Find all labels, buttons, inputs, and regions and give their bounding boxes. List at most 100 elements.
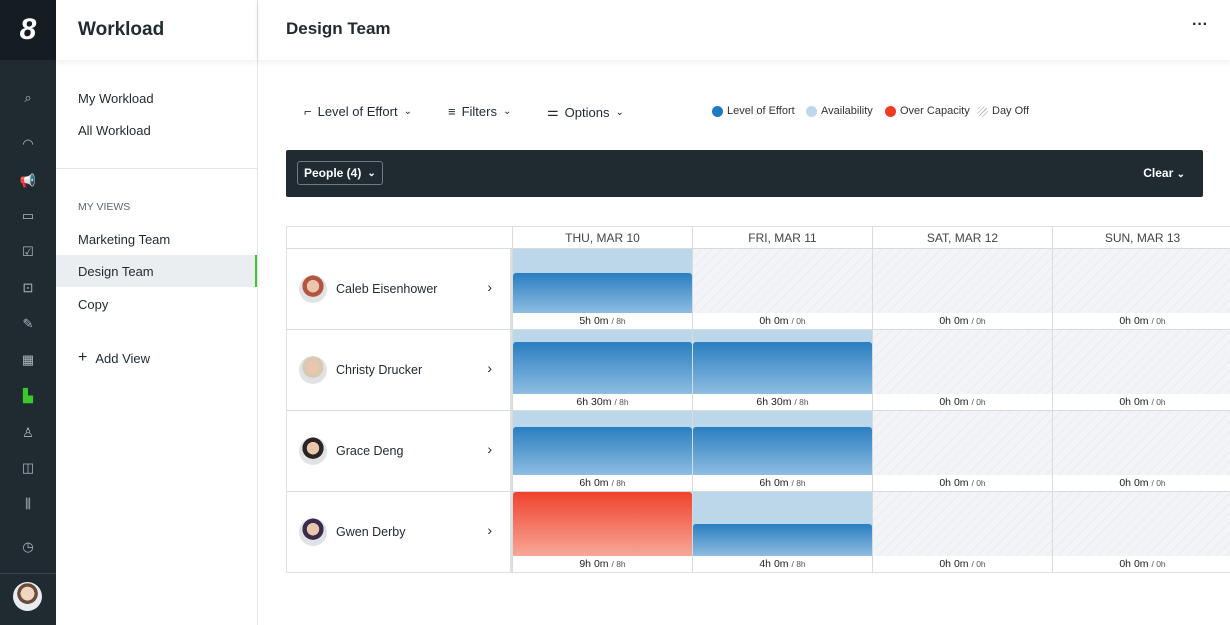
dashboard-icon[interactable]: ◠ [0, 134, 56, 154]
hours-label: 0h 0m / 0h [939, 477, 986, 489]
person-name-cell[interactable]: Grace Deng › [287, 411, 512, 491]
user-icon[interactable]: ♙ [0, 423, 56, 443]
day-cell[interactable]: 0h 0m / 0h [692, 249, 872, 329]
clear-button[interactable]: Clear ⌄ [1143, 166, 1185, 180]
clock-icon[interactable]: ◷ [0, 537, 56, 557]
chevron-down-icon: ⌄ [403, 106, 412, 117]
user-avatar[interactable] [13, 582, 42, 611]
availability-bar [513, 492, 692, 556]
workload-icon[interactable]: ▙ [0, 386, 56, 406]
day-off-area [1053, 492, 1230, 556]
sidebar-item-copy[interactable]: Copy [56, 288, 257, 320]
logo[interactable]: 8 [0, 0, 56, 60]
availability-bar [693, 492, 872, 556]
effort-bar [513, 342, 692, 394]
capacity-value: 0h [796, 316, 806, 326]
legend-day-off: Day Off [977, 105, 1029, 117]
filters-dropdown[interactable]: ≡ Filters ⌄ [448, 104, 511, 119]
sidebar-item-my-workload[interactable]: My Workload [56, 82, 257, 114]
inbox-icon[interactable]: ⊡ [0, 278, 56, 298]
day-cell[interactable]: 0h 0m / 0h [872, 249, 1052, 329]
avatar [299, 437, 327, 465]
capacity-value: 8h [619, 397, 629, 407]
megaphone-icon[interactable]: 📢 [0, 171, 56, 191]
divider [56, 168, 257, 169]
day-cell[interactable]: 0h 0m / 0h [872, 492, 1052, 572]
capacity-value: 8h [616, 559, 626, 569]
nav-rail: 8 ⌕ ◠ 📢 ▭ ☑ ⊡ ✎ ▦ ▙ ♙ ◫ ⫼ ◷ [0, 0, 56, 625]
day-cell[interactable]: 0h 0m / 0h [1052, 411, 1230, 491]
layout-icon[interactable]: ◫ [0, 458, 56, 478]
effort-bar [693, 342, 872, 394]
day-cell[interactable]: 0h 0m / 0h [1052, 330, 1230, 410]
person-name-cell[interactable]: Christy Drucker › [287, 330, 512, 410]
page-title: Design Team [286, 19, 391, 38]
person-name: Gwen Derby [336, 525, 406, 539]
clear-label: Clear [1143, 166, 1174, 180]
effort-bar [513, 427, 692, 475]
hours-value: 0h 0m [1119, 558, 1149, 570]
capacity-value: 0h [1156, 397, 1166, 407]
day-off-area [1053, 411, 1230, 475]
add-view-button[interactable]: + Add View [56, 342, 257, 374]
day-cell[interactable]: 0h 0m / 0h [1052, 492, 1230, 572]
day-cell[interactable]: 5h 0m / 8h [512, 249, 692, 329]
add-view-label: Add View [95, 350, 151, 366]
more-options-button[interactable]: ··· [1192, 16, 1208, 34]
person-name: Christy Drucker [336, 363, 423, 377]
sidebar-item-design-team[interactable]: Design Team [56, 255, 257, 287]
capacity-value: 0h [1156, 478, 1166, 488]
hours-label: 9h 0m / 8h [579, 558, 626, 570]
day-cell[interactable]: 9h 0m / 8h [512, 492, 692, 572]
legend-label: Availability [821, 105, 873, 117]
availability-bar [693, 411, 872, 475]
chevron-right-icon[interactable]: › [487, 441, 492, 457]
day-cell[interactable]: 0h 0m / 0h [872, 330, 1052, 410]
capacity-value: 0h [976, 397, 986, 407]
person-name-cell[interactable]: Gwen Derby › [287, 492, 512, 572]
hours-value: 0h 0m [939, 396, 969, 408]
day-cell[interactable]: 0h 0m / 0h [1052, 249, 1230, 329]
chevron-down-icon: ⌄ [615, 106, 624, 118]
day-cell[interactable]: 6h 30m / 8h [692, 330, 872, 410]
divider [0, 573, 56, 574]
availability-bar [693, 330, 872, 394]
day-cell[interactable]: 6h 30m / 8h [512, 330, 692, 410]
sidebar-item-all-workload[interactable]: All Workload [56, 114, 257, 146]
red-dot-icon [885, 105, 896, 117]
day-off-area [693, 249, 872, 313]
task-icon[interactable]: ☑ [0, 242, 56, 262]
chevron-right-icon[interactable]: › [487, 360, 492, 376]
day-header: FRI, MAR 11 [692, 227, 872, 249]
sidebar-item-marketing-team[interactable]: Marketing Team [56, 223, 257, 255]
hours-label: 0h 0m / 0h [939, 558, 986, 570]
day-header: SAT, MAR 12 [872, 227, 1052, 249]
people-dropdown[interactable]: People (4) ⌄ [297, 161, 383, 185]
chevron-right-icon[interactable]: › [487, 279, 492, 295]
person-name-cell[interactable]: Caleb Eisenhower › [287, 249, 512, 329]
hours-label: 0h 0m / 0h [939, 315, 986, 327]
search-icon[interactable]: ⌕ [0, 88, 56, 108]
hours-value: 0h 0m [759, 315, 789, 327]
day-cell[interactable]: 6h 0m / 8h [512, 411, 692, 491]
day-off-area [1053, 249, 1230, 313]
person-name: Caleb Eisenhower [336, 282, 438, 296]
calendar-icon[interactable]: ▦ [0, 350, 56, 370]
day-off-area [1053, 330, 1230, 394]
people-bar: People (4) ⌄ Clear ⌄ [286, 150, 1203, 197]
folder-icon[interactable]: ▭ [0, 206, 56, 226]
options-dropdown[interactable]: ⚌ Options ⌄ [547, 104, 624, 120]
day-cell[interactable]: 4h 0m / 8h [692, 492, 872, 572]
hours-value: 5h 0m [579, 315, 609, 327]
day-cell[interactable]: 6h 0m / 8h [692, 411, 872, 491]
day-cell[interactable]: 0h 0m / 0h [872, 411, 1052, 491]
hours-value: 6h 0m [579, 477, 609, 489]
chevron-right-icon[interactable]: › [487, 522, 492, 538]
day-off-area [873, 330, 1052, 394]
reports-icon[interactable]: ⫼ [0, 494, 56, 514]
proof-icon[interactable]: ✎ [0, 314, 56, 334]
hours-label: 0h 0m / 0h [759, 315, 806, 327]
over-capacity-bar [513, 492, 692, 556]
my-views-header: MY VIEWS [78, 201, 131, 213]
level-of-effort-dropdown[interactable]: ⌐ Level of Effort ⌄ [304, 104, 412, 119]
